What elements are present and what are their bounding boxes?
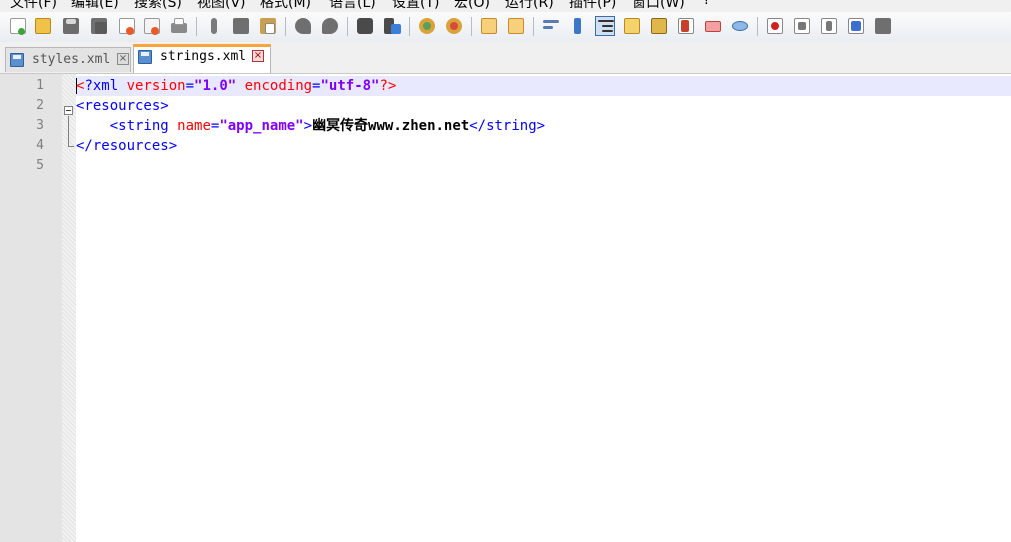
menu-file[interactable]: 文件(F) [10, 0, 57, 12]
code-line-3: <string name="app_name">幽冥传奇www.zhen.net… [109, 118, 546, 134]
line-number: 1 [36, 78, 44, 93]
menu-language[interactable]: 语言(L) [329, 0, 376, 12]
toolbar [0, 12, 1011, 43]
saved-file-icon [10, 53, 24, 67]
menu-format[interactable]: 格式(M) [260, 0, 311, 12]
toolbar-separator [533, 17, 534, 36]
line-number: 5 [36, 158, 44, 173]
play-macro-icon[interactable] [819, 16, 839, 36]
doc-map-icon[interactable] [649, 16, 669, 36]
tab-strings-xml[interactable]: strings.xml × [133, 44, 271, 73]
saved-file-icon [138, 50, 152, 64]
tab-label: strings.xml [160, 49, 247, 64]
save-icon[interactable] [61, 16, 81, 36]
code-line-2: <resources> [76, 98, 169, 114]
replace-icon[interactable] [382, 16, 402, 36]
redo-icon[interactable] [320, 16, 340, 36]
menu-edit[interactable]: 编辑(E) [71, 0, 119, 12]
menu-search[interactable]: 搜索(S) [134, 0, 182, 12]
monitoring-icon[interactable] [730, 16, 750, 36]
record-macro-icon[interactable] [765, 16, 785, 36]
print-icon[interactable] [169, 16, 189, 36]
toolbar-separator [196, 17, 197, 36]
line-number: 3 [36, 118, 44, 133]
toolbar-separator [409, 17, 410, 36]
find-icon[interactable] [355, 16, 375, 36]
tab-styles-xml[interactable]: styles.xml × [5, 47, 131, 72]
fold-end [68, 146, 74, 147]
menu-bar: 文件(F) 编辑(E) 搜索(S) 视图(V) 格式(M) 语言(L) 设置(T… [0, 0, 1011, 12]
open-icon[interactable] [33, 16, 53, 36]
zoom-in-icon[interactable] [417, 16, 437, 36]
indent-guide-icon[interactable] [595, 16, 615, 36]
fold-line [68, 116, 69, 146]
close-tab-icon[interactable]: × [252, 50, 264, 62]
save-macro-icon[interactable] [873, 16, 893, 36]
menu-window[interactable]: 窗口(W) [632, 0, 685, 12]
line-number: 2 [36, 98, 44, 113]
menu-plugins[interactable]: 插件(P) [569, 0, 616, 12]
zoom-out-icon[interactable] [444, 16, 464, 36]
toolbar-separator [347, 17, 348, 36]
cut-icon[interactable] [205, 16, 225, 36]
menu-run[interactable]: 运行(R) [505, 0, 554, 12]
show-all-chars-icon[interactable] [568, 16, 588, 36]
code-line-4: </resources> [76, 138, 178, 154]
fold-collapse-icon[interactable] [64, 106, 73, 115]
save-all-icon[interactable] [89, 16, 109, 36]
copy-icon[interactable] [231, 16, 251, 36]
tab-label: styles.xml [32, 52, 111, 67]
function-list-icon[interactable] [676, 16, 696, 36]
stop-macro-icon[interactable] [792, 16, 812, 36]
line-number-gutter: 1 2 3 4 5 [0, 74, 63, 542]
sync-horizontal-icon[interactable] [506, 16, 526, 36]
toolbar-separator [757, 17, 758, 36]
toolbar-separator [471, 17, 472, 36]
sync-vertical-icon[interactable] [479, 16, 499, 36]
undo-icon[interactable] [293, 16, 313, 36]
user-lang-icon[interactable] [622, 16, 642, 36]
fold-margin [62, 74, 76, 542]
close-tab-icon[interactable]: × [117, 53, 129, 65]
menu-help[interactable]: ? [703, 0, 710, 8]
close-all-icon[interactable] [142, 16, 162, 36]
tab-bar: styles.xml × strings.xml × [0, 42, 1011, 74]
close-icon[interactable] [117, 16, 137, 36]
menu-settings[interactable]: 设置(T) [392, 0, 439, 12]
folder-workspace-icon[interactable] [703, 16, 723, 36]
run-macro-multiple-icon[interactable] [846, 16, 866, 36]
menu-macro[interactable]: 宏(O) [454, 0, 490, 12]
line-number: 4 [36, 138, 44, 153]
new-file-icon[interactable] [8, 16, 28, 36]
toolbar-separator [285, 17, 286, 36]
code-line-1: <?xml version="1.0" encoding="utf-8"?> [76, 78, 397, 94]
paste-icon[interactable] [258, 16, 278, 36]
word-wrap-icon[interactable] [541, 16, 561, 36]
menu-view[interactable]: 视图(V) [197, 0, 246, 12]
text-caret [76, 78, 77, 94]
